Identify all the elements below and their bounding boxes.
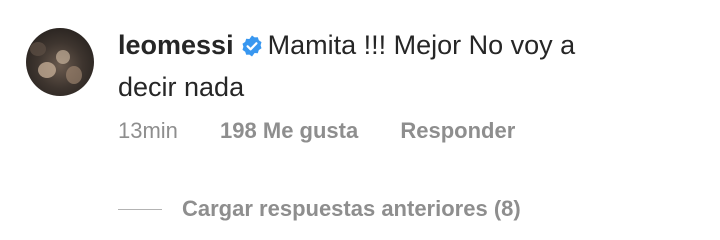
load-previous-replies-button[interactable]: Cargar respuestas anteriores (8) <box>118 194 521 224</box>
comment-timestamp: 13min <box>118 118 178 143</box>
comment-username[interactable]: leomessi <box>118 30 234 60</box>
comment-text-line2: decir nada <box>118 72 245 102</box>
reply-button[interactable]: Responder <box>400 118 515 143</box>
verified-badge-icon <box>240 30 264 68</box>
comment-body: leomessi Mamita !!! Mejor No voy a decir … <box>118 26 678 106</box>
avatar-photo-detail <box>38 62 56 78</box>
comment-meta: 13min 198 Me gusta Responder <box>118 116 515 146</box>
comment-text-line1: Mamita !!! Mejor No voy a <box>267 30 576 60</box>
avatar-photo-detail <box>30 42 46 56</box>
divider-line <box>118 208 162 210</box>
avatar-photo-detail <box>56 50 70 64</box>
avatar-photo-detail <box>66 66 82 84</box>
avatar[interactable] <box>26 28 94 96</box>
likes-count-link[interactable]: 198 Me gusta <box>220 118 358 143</box>
load-previous-replies-label: Cargar respuestas anteriores (8) <box>182 196 521 221</box>
